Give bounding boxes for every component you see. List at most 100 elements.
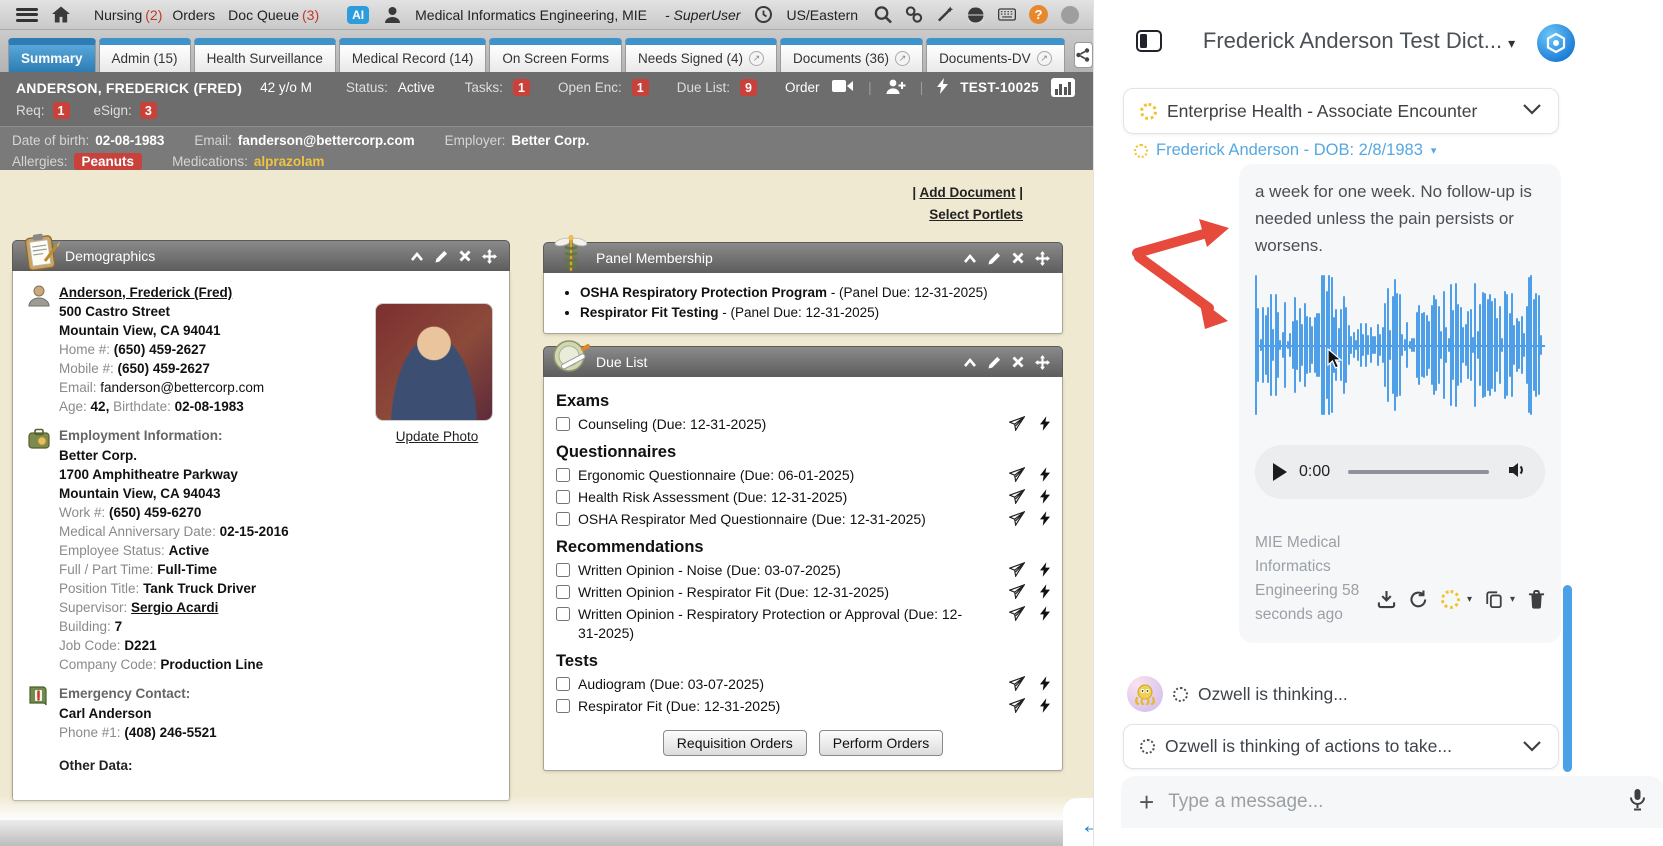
link-icon[interactable] xyxy=(905,6,923,24)
perform-orders-button[interactable]: Perform Orders xyxy=(819,730,943,756)
volume-icon[interactable] xyxy=(1507,460,1527,485)
edit-icon[interactable] xyxy=(988,356,1001,369)
chart-tab[interactable]: Health Surveillance ↗ xyxy=(194,38,336,72)
send-order-icon[interactable] xyxy=(1009,584,1025,599)
copy-icon[interactable] xyxy=(1485,590,1503,609)
sidebar-toggle-icon[interactable] xyxy=(1136,30,1162,52)
chart-tab[interactable]: Medical Record (14) ↗ xyxy=(339,38,487,72)
add-document-link[interactable]: Add Document xyxy=(919,185,1015,200)
medication-link[interactable]: alprazolam xyxy=(254,154,325,169)
patient-name[interactable]: ANDERSON, FREDERICK (FRED) xyxy=(16,80,242,96)
top-nav-item[interactable]: Orders xyxy=(172,7,218,23)
perform-order-icon[interactable] xyxy=(1040,467,1050,482)
chart-tab[interactable]: On Screen Forms ↗ xyxy=(489,38,622,72)
conversation-title[interactable]: Frederick Anderson Test Dict...▾ xyxy=(1189,28,1529,54)
due-item-checkbox[interactable] xyxy=(556,677,570,691)
assistant-patient-label[interactable]: Frederick Anderson - DOB: 2/8/1983 xyxy=(1156,141,1423,160)
esign-count-badge[interactable]: 3 xyxy=(140,102,157,119)
tab-settings-icon[interactable] xyxy=(1074,42,1093,68)
collapse-icon[interactable] xyxy=(963,253,977,264)
due-item-checkbox[interactable] xyxy=(556,563,570,577)
popout-icon[interactable]: ↗ xyxy=(1037,51,1052,66)
due-item-checkbox[interactable] xyxy=(556,699,570,713)
send-order-icon[interactable] xyxy=(1009,698,1025,713)
chart-tab[interactable]: Needs Signed (4) ↗ xyxy=(625,38,777,72)
refresh-icon[interactable] xyxy=(1409,590,1428,609)
gear-menu-icon[interactable] xyxy=(1441,590,1460,609)
perform-order-icon[interactable] xyxy=(1040,584,1050,599)
audio-progress-slider[interactable] xyxy=(1348,470,1489,474)
close-icon[interactable] xyxy=(459,250,471,262)
search-icon[interactable] xyxy=(874,6,892,24)
message-input[interactable] xyxy=(1168,791,1615,813)
perform-order-icon[interactable] xyxy=(1040,676,1050,691)
close-icon[interactable] xyxy=(1012,252,1024,264)
send-order-icon[interactable] xyxy=(1009,606,1025,621)
allergy-badge[interactable]: Peanuts xyxy=(74,153,143,170)
due-item-checkbox[interactable] xyxy=(556,417,570,431)
due-item-checkbox[interactable] xyxy=(556,585,570,599)
wand-icon[interactable] xyxy=(936,6,954,24)
perform-order-icon[interactable] xyxy=(1040,511,1050,526)
top-nav-item[interactable]: Doc Queue (3) xyxy=(228,7,319,23)
flowsheet-icon[interactable] xyxy=(1051,78,1075,97)
chart-tab[interactable]: Admin (15) ↗ xyxy=(99,38,191,72)
globe-icon[interactable] xyxy=(967,6,985,24)
copy-caret-icon[interactable]: ▾ xyxy=(1510,594,1515,605)
due-item-checkbox[interactable] xyxy=(556,490,570,504)
title-caret-icon[interactable]: ▾ xyxy=(1508,35,1515,51)
help-icon[interactable]: ? xyxy=(1029,5,1048,24)
select-portlets-link[interactable]: Select Portlets xyxy=(929,207,1023,222)
assistant-scrollbar[interactable] xyxy=(1563,585,1572,772)
edit-icon[interactable] xyxy=(988,252,1001,265)
attach-plus-icon[interactable]: + xyxy=(1139,789,1154,815)
update-photo-link[interactable]: Update Photo xyxy=(396,427,479,446)
collapse-icon[interactable] xyxy=(410,251,424,262)
hamburger-menu-icon[interactable] xyxy=(16,8,38,22)
home-icon[interactable] xyxy=(52,6,70,24)
keyboard-icon[interactable] xyxy=(998,6,1016,24)
chevron-down-icon[interactable] xyxy=(1522,102,1542,120)
trash-icon[interactable] xyxy=(1528,590,1545,609)
send-order-icon[interactable] xyxy=(1009,416,1025,431)
download-icon[interactable] xyxy=(1377,590,1396,609)
chart-tab[interactable]: Documents (36) ↗ xyxy=(780,38,923,72)
encounter-selector[interactable]: Enterprise Health - Associate Encounter xyxy=(1123,88,1559,134)
gear-caret-icon[interactable]: ▾ xyxy=(1467,594,1472,605)
send-order-icon[interactable] xyxy=(1009,511,1025,526)
popout-icon[interactable]: ↗ xyxy=(895,51,910,66)
open-enc-count-badge[interactable]: 1 xyxy=(632,79,649,96)
add-person-icon[interactable] xyxy=(886,79,906,97)
perform-order-icon[interactable] xyxy=(1040,606,1050,621)
move-icon[interactable] xyxy=(1035,251,1050,266)
timezone-label[interactable]: US/Eastern xyxy=(786,7,858,23)
perform-order-icon[interactable] xyxy=(1040,698,1050,713)
patient-name-link[interactable]: Anderson, Frederick (Fred) xyxy=(59,285,232,300)
send-order-icon[interactable] xyxy=(1009,562,1025,577)
perform-order-icon[interactable] xyxy=(1040,416,1050,431)
due-item-checkbox[interactable] xyxy=(556,468,570,482)
actions-chevron-icon[interactable] xyxy=(1522,736,1542,757)
requisition-orders-button[interactable]: Requisition Orders xyxy=(663,730,807,756)
due-item-checkbox[interactable] xyxy=(556,607,570,621)
tasks-count-badge[interactable]: 1 xyxy=(513,79,530,96)
send-order-icon[interactable] xyxy=(1009,467,1025,482)
due-item-checkbox[interactable] xyxy=(556,512,570,526)
top-nav-item[interactable]: Nursing (2) xyxy=(94,7,162,23)
assistant-patient-selector[interactable]: Frederick Anderson - DOB: 2/8/1983 ▾ xyxy=(1134,141,1436,160)
popout-icon[interactable]: ↗ xyxy=(749,51,764,66)
order-link[interactable]: Order xyxy=(785,80,820,95)
close-icon[interactable] xyxy=(1012,356,1024,368)
organization-label[interactable]: Medical Informatics Engineering, MIE xyxy=(415,7,647,23)
chart-tab[interactable]: Summary ↗ xyxy=(8,38,96,72)
perform-order-icon[interactable] xyxy=(1040,489,1050,504)
audio-waveform[interactable] xyxy=(1255,275,1545,415)
collapse-icon[interactable] xyxy=(963,357,977,368)
video-call-icon[interactable] xyxy=(832,79,854,96)
send-order-icon[interactable] xyxy=(1009,676,1025,691)
chart-tab[interactable]: Documents-DV ↗ xyxy=(926,38,1065,72)
actions-status-card[interactable]: Ozwell is thinking of actions to take... xyxy=(1123,724,1559,769)
chart-id[interactable]: TEST-10025 xyxy=(960,80,1039,95)
move-icon[interactable] xyxy=(482,249,497,264)
send-order-icon[interactable] xyxy=(1009,489,1025,504)
